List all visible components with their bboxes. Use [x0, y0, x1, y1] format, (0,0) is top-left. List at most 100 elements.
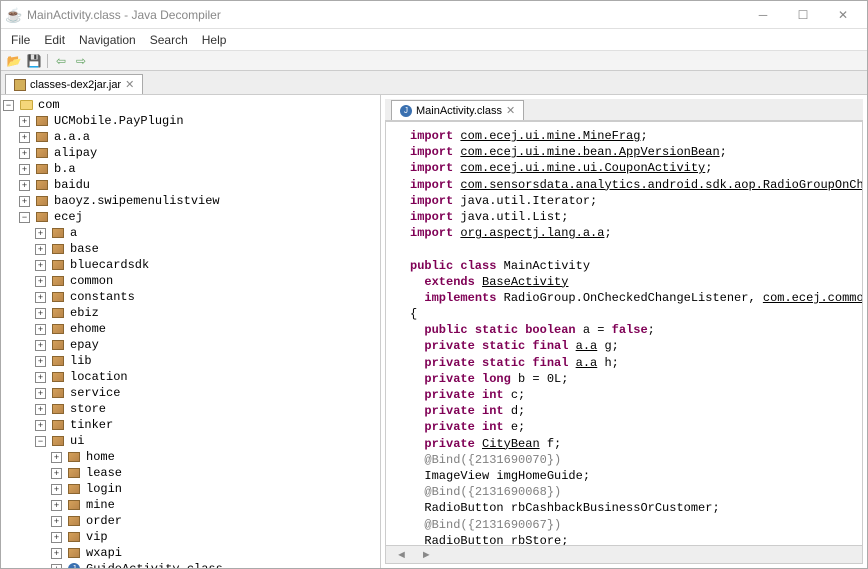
tree-item-label[interactable]: order [84, 513, 124, 529]
tree-toggle-icon[interactable]: + [35, 388, 46, 399]
tree-toggle-icon[interactable]: + [19, 116, 30, 127]
tree-toggle-icon[interactable]: + [35, 420, 46, 431]
code-tab[interactable]: J MainActivity.class ✕ [391, 100, 524, 120]
tree-node[interactable]: + epay [3, 337, 378, 353]
tree-toggle-icon[interactable]: + [19, 132, 30, 143]
package-tree-pane[interactable]: − com + UCMobile.PayPlugin + a.a.a + ali… [1, 95, 381, 568]
menu-edit[interactable]: Edit [38, 31, 71, 49]
tree-toggle-icon[interactable]: + [35, 260, 46, 271]
tree-item-label[interactable]: a.a.a [52, 129, 92, 145]
tree-toggle-icon[interactable]: − [3, 100, 14, 111]
tree-node[interactable]: + common [3, 273, 378, 289]
tree-toggle-icon[interactable]: + [35, 292, 46, 303]
menu-file[interactable]: File [5, 31, 36, 49]
source-code[interactable]: import com.ecej.ui.mine.MineFrag; import… [386, 122, 862, 545]
tree-item-label[interactable]: ecej [52, 209, 85, 225]
menu-search[interactable]: Search [144, 31, 194, 49]
tree-item-label[interactable]: vip [84, 529, 110, 545]
tree-node[interactable]: + service [3, 385, 378, 401]
tree-toggle-icon[interactable]: + [19, 148, 30, 159]
tree-toggle-icon[interactable]: + [35, 372, 46, 383]
tree-item-label[interactable]: baidu [52, 177, 92, 193]
tree-toggle-icon[interactable]: + [35, 228, 46, 239]
nav-next-icon[interactable]: ► [417, 549, 436, 561]
tree-node[interactable]: + vip [3, 529, 378, 545]
tree-item-label[interactable]: ui [68, 433, 86, 449]
tree-toggle-icon[interactable]: + [19, 180, 30, 191]
tree-node[interactable]: + UCMobile.PayPlugin [3, 113, 378, 129]
tree-node[interactable]: + tinker [3, 417, 378, 433]
tree-node[interactable]: + bluecardsdk [3, 257, 378, 273]
open-icon[interactable]: 📂 [5, 53, 23, 69]
menu-help[interactable]: Help [196, 31, 233, 49]
tree-toggle-icon[interactable]: + [35, 356, 46, 367]
tree-node[interactable]: + lease [3, 465, 378, 481]
tree-toggle-icon[interactable]: + [51, 516, 62, 527]
tree-node[interactable]: + order [3, 513, 378, 529]
code-tab-close-icon[interactable]: ✕ [506, 104, 515, 117]
close-button[interactable]: ✕ [823, 3, 863, 27]
tree-item-label[interactable]: common [68, 273, 115, 289]
tree-toggle-icon[interactable]: + [19, 164, 30, 175]
tree-node[interactable]: + baoyz.swipemenulistview [3, 193, 378, 209]
tree-item-label[interactable]: GuideActivity.class [84, 561, 225, 568]
tree-node[interactable]: + login [3, 481, 378, 497]
tree-toggle-icon[interactable]: + [35, 276, 46, 287]
tree-node[interactable]: − com [3, 97, 378, 113]
maximize-button[interactable]: ☐ [783, 3, 823, 27]
tree-toggle-icon[interactable]: + [51, 468, 62, 479]
tree-node[interactable]: + J GuideActivity.class [3, 561, 378, 568]
tree-toggle-icon[interactable]: + [51, 564, 62, 569]
tree-node[interactable]: + alipay [3, 145, 378, 161]
tree-node[interactable]: + base [3, 241, 378, 257]
tree-item-label[interactable]: com [36, 97, 62, 113]
tree-toggle-icon[interactable]: − [19, 212, 30, 223]
tree-item-label[interactable]: login [84, 481, 124, 497]
tree-item-label[interactable]: home [84, 449, 117, 465]
tree-toggle-icon[interactable]: + [51, 500, 62, 511]
tree-toggle-icon[interactable]: + [35, 404, 46, 415]
tree-node[interactable]: + a [3, 225, 378, 241]
nav-prev-icon[interactable]: ◄ [392, 549, 411, 561]
code-scroll[interactable]: import com.ecej.ui.mine.MineFrag; import… [386, 122, 862, 545]
tree-node[interactable]: − ecej [3, 209, 378, 225]
minimize-button[interactable]: ─ [743, 3, 783, 27]
tree-item-label[interactable]: UCMobile.PayPlugin [52, 113, 186, 129]
tree-item-label[interactable]: base [68, 241, 101, 257]
tree-node[interactable]: + wxapi [3, 545, 378, 561]
tree-item-label[interactable]: constants [68, 289, 137, 305]
tree-toggle-icon[interactable]: + [51, 548, 62, 559]
tree-item-label[interactable]: service [68, 385, 122, 401]
tree-node[interactable]: + ebiz [3, 305, 378, 321]
tree-item-label[interactable]: b.a [52, 161, 78, 177]
tree-item-label[interactable]: location [68, 369, 130, 385]
tree-item-label[interactable]: bluecardsdk [68, 257, 151, 273]
tree-item-label[interactable]: tinker [68, 417, 115, 433]
tree-node[interactable]: + lib [3, 353, 378, 369]
tree-node[interactable]: + location [3, 369, 378, 385]
tree-item-label[interactable]: wxapi [84, 545, 124, 561]
tree-toggle-icon[interactable]: + [35, 308, 46, 319]
tree-node[interactable]: + mine [3, 497, 378, 513]
tree-item-label[interactable]: lease [84, 465, 124, 481]
tree-item-label[interactable]: store [68, 401, 108, 417]
tree-item-label[interactable]: a [68, 225, 79, 241]
tree-node[interactable]: − ui [3, 433, 378, 449]
menu-navigation[interactable]: Navigation [73, 31, 142, 49]
nav-back-icon[interactable]: ⇦ [52, 53, 70, 69]
tree-item-label[interactable]: epay [68, 337, 101, 353]
tree-item-label[interactable]: lib [68, 353, 94, 369]
jar-tab-close-icon[interactable]: ✕ [125, 78, 134, 91]
tree-node[interactable]: + ehome [3, 321, 378, 337]
tree-toggle-icon[interactable]: + [51, 484, 62, 495]
jar-tab[interactable]: classes-dex2jar.jar ✕ [5, 74, 143, 94]
tree-item-label[interactable]: alipay [52, 145, 99, 161]
save-icon[interactable]: 💾 [25, 53, 43, 69]
tree-node[interactable]: + store [3, 401, 378, 417]
tree-item-label[interactable]: ehome [68, 321, 108, 337]
tree-toggle-icon[interactable]: + [51, 452, 62, 463]
tree-toggle-icon[interactable]: + [35, 340, 46, 351]
tree-node[interactable]: + b.a [3, 161, 378, 177]
nav-forward-icon[interactable]: ⇨ [72, 53, 90, 69]
tree-item-label[interactable]: baoyz.swipemenulistview [52, 193, 222, 209]
